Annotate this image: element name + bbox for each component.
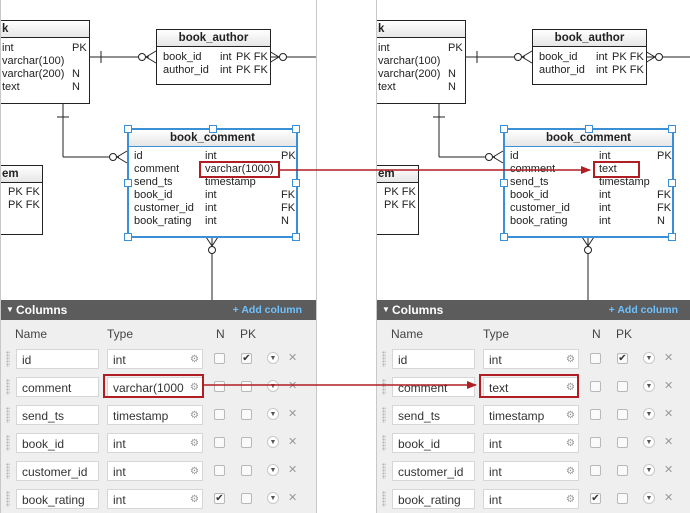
change-arrows (204, 166, 591, 389)
